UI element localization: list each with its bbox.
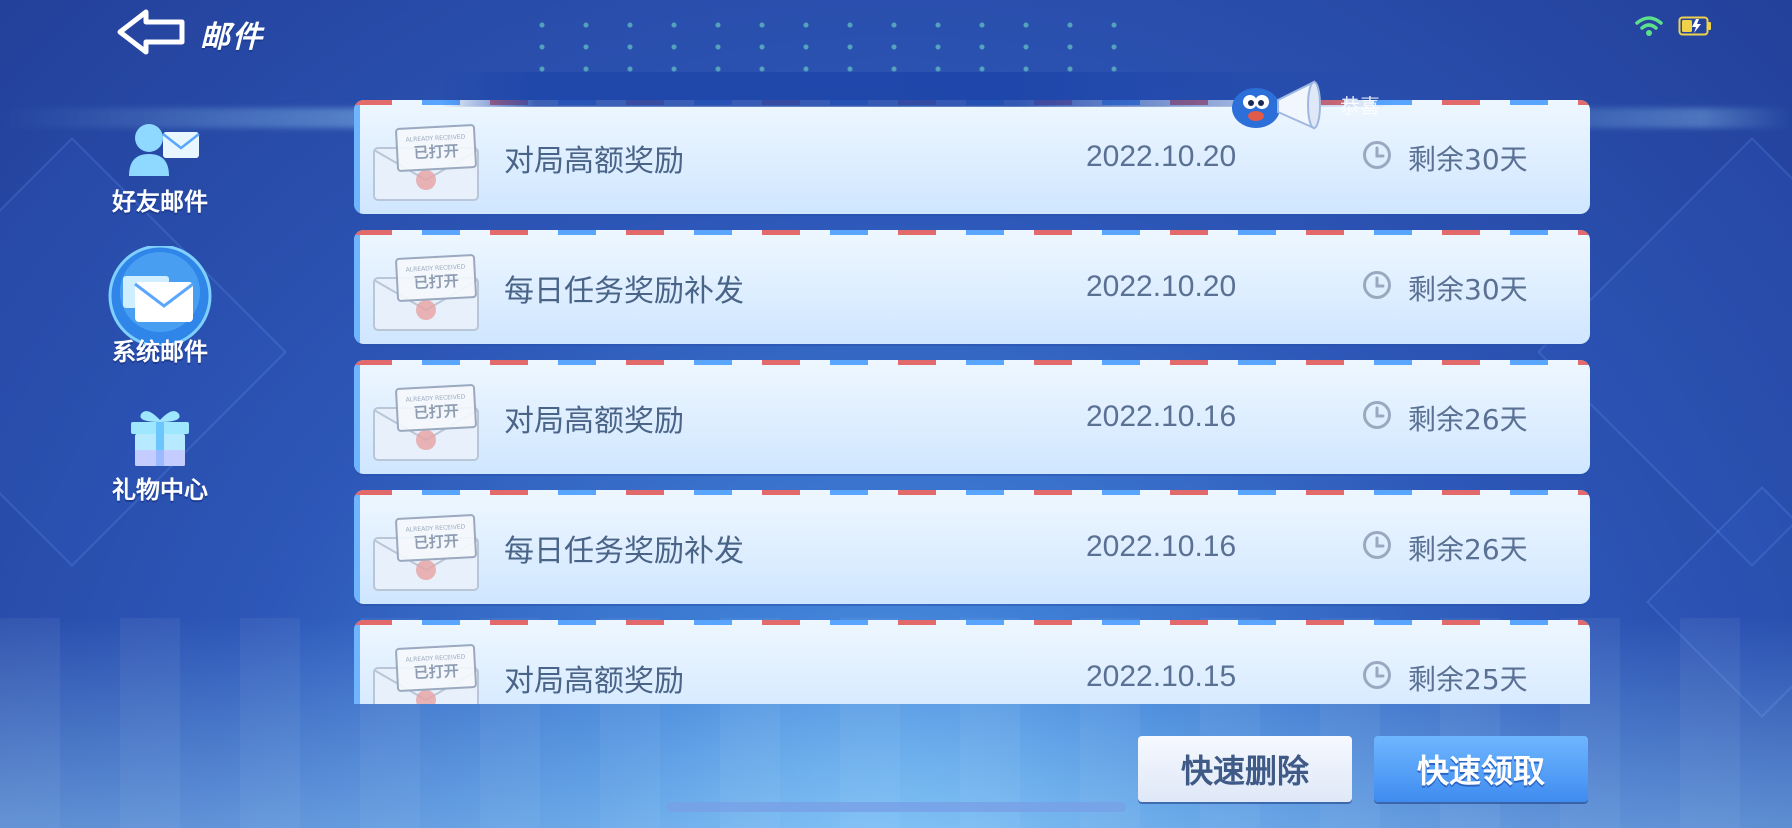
stamp-text: 已打开 xyxy=(413,271,460,293)
opened-envelope-icon: ALREADY RECEIVED 已打开 xyxy=(368,508,488,594)
opened-envelope-icon: ALREADY RECEIVED 已打开 xyxy=(368,248,488,334)
mail-item[interactable]: ALREADY RECEIVED 已打开 每日任务奖励补发 2022.10.16… xyxy=(354,490,1590,604)
mail-date: 2022.10.16 xyxy=(1086,400,1237,433)
mail-date: 2022.10.20 xyxy=(1086,270,1237,303)
quick-delete-button[interactable]: 快速删除 xyxy=(1138,736,1352,802)
mail-screen: 邮件 好友邮件 系统邮件 礼物中心 ALREADY RECEIVED 已打开 对… xyxy=(0,0,1792,828)
airmail-stripe xyxy=(354,230,1590,235)
opened-stamp: ALREADY RECEIVED 已打开 xyxy=(394,643,478,693)
sidebar-item-label: 礼物中心 xyxy=(112,476,208,504)
opened-envelope-icon: ALREADY RECEIVED 已打开 xyxy=(368,118,488,204)
stamp-text: 已打开 xyxy=(413,401,460,423)
mail-title: 每日任务奖励补发 xyxy=(504,274,744,309)
mail-remaining: 剩余25天 xyxy=(1408,663,1528,696)
clock-icon xyxy=(1363,141,1391,169)
background-dots xyxy=(520,14,1120,74)
friend-mail-icon xyxy=(115,118,205,180)
mail-item[interactable]: ALREADY RECEIVED 已打开 对局高额奖励 2022.10.20 剩… xyxy=(354,100,1590,214)
airmail-stripe xyxy=(354,620,1590,625)
broadcast-text: 恭喜 xyxy=(1340,94,1380,118)
opened-stamp: ALREADY RECEIVED 已打开 xyxy=(394,123,478,173)
opened-envelope-icon: ALREADY RECEIVED 已打开 xyxy=(368,378,488,464)
sidebar-item-gift-center[interactable]: 礼物中心 xyxy=(96,406,224,516)
mail-remaining: 剩余26天 xyxy=(1408,533,1528,566)
stamp-text: 已打开 xyxy=(413,661,460,683)
mail-remaining: 剩余30天 xyxy=(1408,143,1528,176)
mail-title: 对局高额奖励 xyxy=(504,144,684,179)
sidebar-item-system-mail[interactable]: 系统邮件 xyxy=(96,246,224,370)
mail-date: 2022.10.15 xyxy=(1086,660,1237,693)
clock-icon xyxy=(1363,271,1391,299)
stamp-text: 已打开 xyxy=(413,141,460,163)
status-bar xyxy=(1634,14,1712,38)
home-indicator[interactable] xyxy=(666,802,1126,812)
mail-item[interactable]: ALREADY RECEIVED 已打开 对局高额奖励 2022.10.15 剩… xyxy=(354,620,1590,704)
system-mail-icon xyxy=(108,246,212,346)
mail-title: 每日任务奖励补发 xyxy=(504,534,744,569)
page-title: 邮件 xyxy=(200,20,264,55)
stamp-text: 已打开 xyxy=(413,531,460,553)
mail-title: 对局高额奖励 xyxy=(504,404,684,439)
mail-item[interactable]: ALREADY RECEIVED 已打开 对局高额奖励 2022.10.16 剩… xyxy=(354,360,1590,474)
sidebar-item-friend-mail[interactable]: 好友邮件 xyxy=(96,118,224,228)
mail-remaining: 剩余30天 xyxy=(1408,273,1528,306)
back-button[interactable] xyxy=(116,8,188,56)
opened-stamp: ALREADY RECEIVED 已打开 xyxy=(394,253,478,303)
back-arrow-icon xyxy=(117,9,185,55)
mail-date: 2022.10.20 xyxy=(1086,140,1237,173)
airmail-stripe xyxy=(354,360,1590,365)
opened-stamp: ALREADY RECEIVED 已打开 xyxy=(394,513,478,563)
mail-date: 2022.10.16 xyxy=(1086,530,1237,563)
quick-claim-button[interactable]: 快速领取 xyxy=(1374,736,1588,802)
sidebar-item-label: 好友邮件 xyxy=(112,188,208,216)
mail-title: 对局高额奖励 xyxy=(504,664,684,699)
clock-icon xyxy=(1363,401,1391,429)
sidebar-item-label: 系统邮件 xyxy=(112,338,208,366)
mail-list[interactable]: ALREADY RECEIVED 已打开 对局高额奖励 2022.10.20 剩… xyxy=(354,100,1590,704)
wifi-icon xyxy=(1635,16,1663,36)
megaphone-mascot-icon xyxy=(1232,80,1321,130)
clock-icon xyxy=(1363,661,1391,689)
opened-envelope-icon: ALREADY RECEIVED 已打开 xyxy=(368,638,488,704)
mail-remaining: 剩余26天 xyxy=(1408,403,1528,436)
clock-icon xyxy=(1363,531,1391,559)
airmail-stripe xyxy=(354,490,1590,495)
battery-charging-icon xyxy=(1678,16,1711,36)
opened-stamp: ALREADY RECEIVED 已打开 xyxy=(394,383,478,433)
gift-icon xyxy=(115,406,205,468)
mail-item[interactable]: ALREADY RECEIVED 已打开 每日任务奖励补发 2022.10.20… xyxy=(354,230,1590,344)
